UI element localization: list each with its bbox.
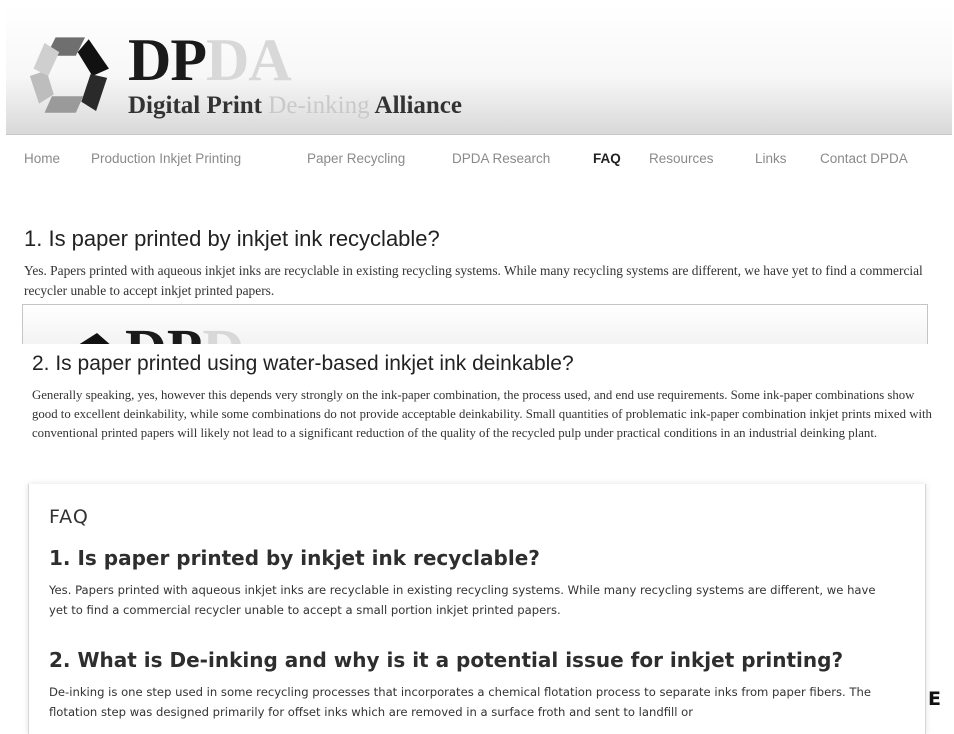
faq-question-2-title: 2. Is paper printed using water-based in… [32,352,574,375]
faq-card: FAQ 1. Is paper printed by inkjet ink re… [28,484,926,734]
main-nav: Home Production Inkjet Printing Paper Re… [6,147,946,171]
faq-card-answer-2: De-inking is one step used in some recyc… [49,685,871,719]
edge-letter: E [928,688,941,710]
faq-question-2-answer: Generally speaking, yes, however this de… [32,388,932,440]
faq-section-2: 2. Is paper printed using water-based in… [12,344,944,484]
brand-tagline: Digital Print De-inking Alliance [128,92,462,120]
nav-production-inkjet-printing[interactable]: Production Inkjet Printing [91,151,241,166]
nav-home[interactable]: Home [24,151,60,166]
faq-card-answer-1: Yes. Papers printed with aqueous inkjet … [49,583,876,617]
brand-wordmark[interactable]: DPDA [128,27,292,93]
site-header-banner: DPDA Digital Print De-inking Alliance [6,6,952,135]
brand-dp: DP [128,27,207,93]
nav-paper-recycling[interactable]: Paper Recycling [307,151,405,166]
recycle-arrows-icon[interactable] [28,30,120,122]
nav-faq[interactable]: FAQ [593,151,621,166]
nav-contact-dpda[interactable]: Contact DPDA [820,151,908,166]
faq-card-heading: FAQ [49,506,89,528]
tagline-part-3: Alliance [369,92,463,119]
nav-resources[interactable]: Resources [649,151,714,166]
brand-da: DA [205,27,292,93]
faq-card-question-2: 2. What is De-inking and why is it a pot… [49,648,844,672]
nav-dpda-research[interactable]: DPDA Research [452,151,550,166]
faq-question-1-answer: Yes. Papers printed with aqueous inkjet … [24,263,923,298]
tagline-part-1: Digital Print [128,92,269,119]
faq-card-question-1: 1. Is paper printed by inkjet ink recycl… [49,546,540,570]
faq-question-1-title: 1. Is paper printed by inkjet ink recycl… [24,226,440,251]
nav-links[interactable]: Links [755,151,787,166]
tagline-part-2: De-inking [268,92,370,119]
